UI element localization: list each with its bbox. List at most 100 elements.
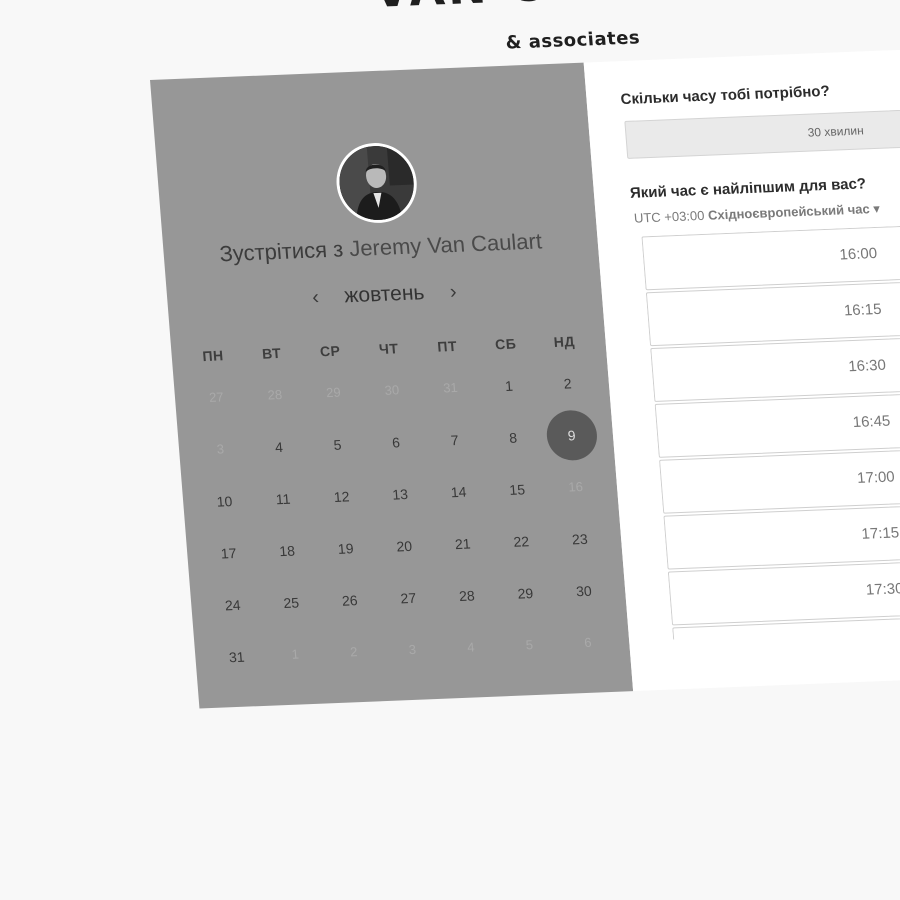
day-number: 26 — [341, 592, 359, 609]
day-number: 6 — [391, 434, 401, 451]
calendar-day-selected[interactable]: 9 — [540, 409, 602, 462]
calendar-day[interactable]: 4 — [248, 422, 310, 472]
timezone-offset: UTC +03:00 — [633, 207, 705, 226]
calendar-day: 28 — [244, 370, 306, 420]
calendar-day: 2 — [323, 627, 385, 677]
duration-question: Скільки часу тобі потрібно? — [619, 82, 831, 109]
calendar-day[interactable]: 12 — [310, 472, 372, 522]
weekday-label: ЧТ — [378, 340, 399, 358]
calendar-day: 3 — [189, 424, 251, 474]
calendar-day[interactable]: 30 — [553, 566, 615, 616]
host-name: Jeremy Van Caulart — [348, 228, 543, 262]
weekday-label: НД — [553, 333, 576, 350]
calendar-day[interactable]: 1 — [478, 361, 540, 411]
calendar-day: 4 — [440, 622, 502, 672]
day-number: 4 — [466, 639, 476, 655]
day-number: 18 — [278, 542, 296, 560]
timezone-select[interactable]: UTC +03:00 Східноєвропейський час ▾ — [633, 201, 880, 227]
day-number: 19 — [337, 540, 355, 557]
calendar-day[interactable]: 31 — [206, 632, 268, 682]
calendar-day[interactable]: 20 — [373, 521, 435, 571]
day-number: 20 — [395, 537, 413, 555]
calendar-day[interactable]: 2 — [536, 358, 598, 408]
day-number: 27 — [399, 589, 417, 607]
day-number: 29 — [325, 384, 342, 401]
day-number: 31 — [228, 648, 246, 666]
calendar-day: 29 — [302, 368, 364, 418]
day-number: 17 — [220, 544, 238, 562]
brand-subtitle: & associates — [504, 27, 641, 54]
calendar-day: 27 — [185, 372, 247, 422]
day-number: 9 — [544, 409, 599, 462]
calendar-day[interactable]: 19 — [315, 523, 377, 573]
day-number: 28 — [458, 587, 476, 604]
day-number: 30 — [384, 382, 400, 398]
chevron-down-icon: ▾ — [872, 200, 881, 217]
day-number: 1 — [504, 377, 514, 394]
day-number: 2 — [349, 644, 359, 660]
duration-select[interactable]: 30 хвилин — [624, 104, 900, 159]
day-number: 21 — [454, 535, 472, 553]
calendar-panel: Зустрітися з Jeremy Van Caulart ‹ жовтен… — [150, 62, 634, 709]
day-number: 27 — [208, 389, 225, 405]
calendar-day[interactable]: 10 — [193, 476, 255, 526]
day-number: 2 — [563, 375, 573, 392]
calendar-day[interactable]: 14 — [428, 467, 490, 517]
day-number: 5 — [333, 436, 343, 453]
booking-widget: VAN CAULART & associates Зустрітися з Je… — [150, 0, 900, 709]
next-month-icon[interactable]: › — [441, 281, 465, 305]
calendar-day[interactable]: 21 — [432, 519, 494, 569]
day-number: 13 — [391, 486, 409, 503]
day-number: 10 — [216, 493, 233, 510]
calendar-day[interactable]: 26 — [319, 575, 381, 625]
day-number: 12 — [333, 488, 351, 505]
host-avatar — [333, 141, 420, 225]
calendar-day[interactable]: 23 — [549, 514, 611, 564]
calendar-day[interactable]: 17 — [197, 528, 259, 578]
calendar-day[interactable]: 28 — [436, 571, 498, 621]
day-number: 16 — [567, 478, 584, 495]
day-number: 23 — [571, 530, 589, 548]
time-question: Який час є найліпшим для вас? — [629, 175, 867, 202]
calendar-day[interactable]: 27 — [377, 573, 439, 623]
calendar-day[interactable]: 29 — [494, 568, 556, 618]
calendar-day[interactable]: 8 — [482, 413, 544, 463]
month-navigation: ‹ жовтень › — [167, 274, 603, 315]
meeting-heading: Зустрітися з Jeremy Van Caulart — [163, 226, 599, 269]
calendar-day[interactable]: 18 — [256, 526, 318, 576]
booking-page: VAN CAULART & associates Зустрітися з Je… — [0, 0, 900, 900]
calendar-day[interactable]: 7 — [423, 415, 485, 465]
calendar-day[interactable]: 24 — [202, 580, 264, 630]
calendar-day[interactable]: 22 — [490, 516, 552, 566]
day-number: 29 — [516, 585, 534, 602]
day-number: 31 — [442, 379, 459, 396]
time-slot-list[interactable]: 16:00 16:15 16:30 16:45 17:00 17:15 17:3… — [641, 219, 900, 640]
calendar-day: 30 — [361, 365, 423, 415]
calendar-day[interactable]: 6 — [365, 417, 427, 467]
time-slot-button[interactable]: 16:00 — [641, 219, 900, 291]
calendar-grid: 27 28 29 30 31 1 2 3 4 5 6 7 8 9 10 11 12 13 14 15 16 17 18 19 2… — [150, 63, 599, 665]
calendar-day[interactable]: 15 — [486, 464, 548, 514]
calendar-day[interactable]: 11 — [252, 474, 314, 524]
day-number: 8 — [508, 429, 518, 446]
weekday-label: СБ — [494, 335, 517, 353]
brand-name: VAN CAULART — [342, 0, 796, 18]
day-number: 14 — [450, 483, 468, 501]
weekday-label: СР — [319, 342, 341, 360]
day-number: 5 — [525, 637, 534, 653]
prev-month-icon[interactable]: ‹ — [304, 286, 328, 310]
calendar-day[interactable]: 25 — [260, 578, 322, 628]
calendar-day: 6 — [557, 618, 619, 668]
host-photo — [336, 144, 417, 222]
weekday-label: ВТ — [261, 344, 282, 362]
day-number: 11 — [275, 490, 291, 508]
weekday-label: ПТ — [436, 337, 458, 355]
day-number: 30 — [575, 582, 593, 600]
calendar-day: 3 — [381, 625, 443, 675]
day-number: 22 — [512, 533, 530, 550]
calendar-day[interactable]: 13 — [369, 469, 431, 519]
day-number: 3 — [408, 641, 417, 658]
time-selection-panel: Скільки часу тобі потрібно? 30 хвилин Як… — [583, 43, 900, 692]
calendar-day[interactable]: 5 — [306, 420, 368, 470]
calendar-day: 1 — [264, 630, 326, 680]
